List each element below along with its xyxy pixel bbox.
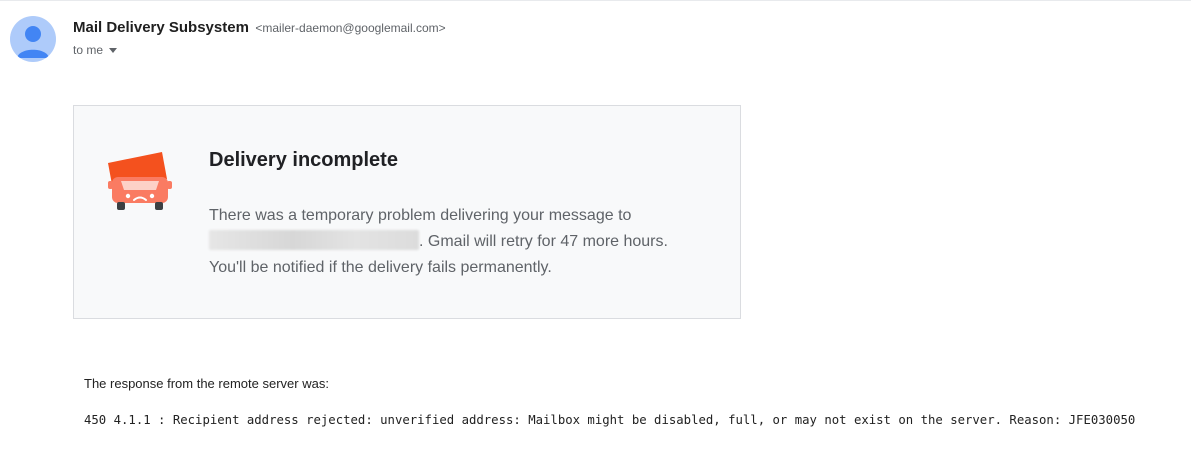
- sender-line: Mail Delivery Subsystem <mailer-daemon@g…: [73, 19, 446, 37]
- message-header: Mail Delivery Subsystem <mailer-daemon@g…: [10, 16, 1180, 68]
- person-icon: [17, 26, 49, 58]
- top-divider: [0, 0, 1191, 1]
- card-title: Delivery incomplete: [209, 149, 398, 171]
- response-label: The response from the remote server was:: [84, 376, 329, 391]
- message-line-2: . Gmail will retry for 47 more hours.: [419, 233, 668, 250]
- caret-down-icon[interactable]: [109, 48, 118, 53]
- redacted-recipient-address: [209, 230, 419, 250]
- delivery-truck-sad-icon: [108, 152, 172, 210]
- delivery-status-card: Delivery incomplete There was a temporar…: [73, 105, 741, 319]
- card-message: There was a temporary problem delivering…: [209, 203, 709, 281]
- sender-name[interactable]: Mail Delivery Subsystem: [73, 19, 249, 36]
- server-response-code: 450 4.1.1 : Recipient address rejected: …: [84, 413, 1136, 427]
- message-line-3: You'll be notified if the delivery fails…: [209, 259, 552, 276]
- sender-avatar[interactable]: [10, 16, 56, 62]
- to-label: to me: [73, 43, 104, 57]
- message-line-1: There was a temporary problem delivering…: [209, 207, 632, 224]
- sender-email: <mailer-daemon@googlemail.com>: [255, 21, 446, 35]
- recipient-details-toggle[interactable]: to me: [73, 43, 118, 57]
